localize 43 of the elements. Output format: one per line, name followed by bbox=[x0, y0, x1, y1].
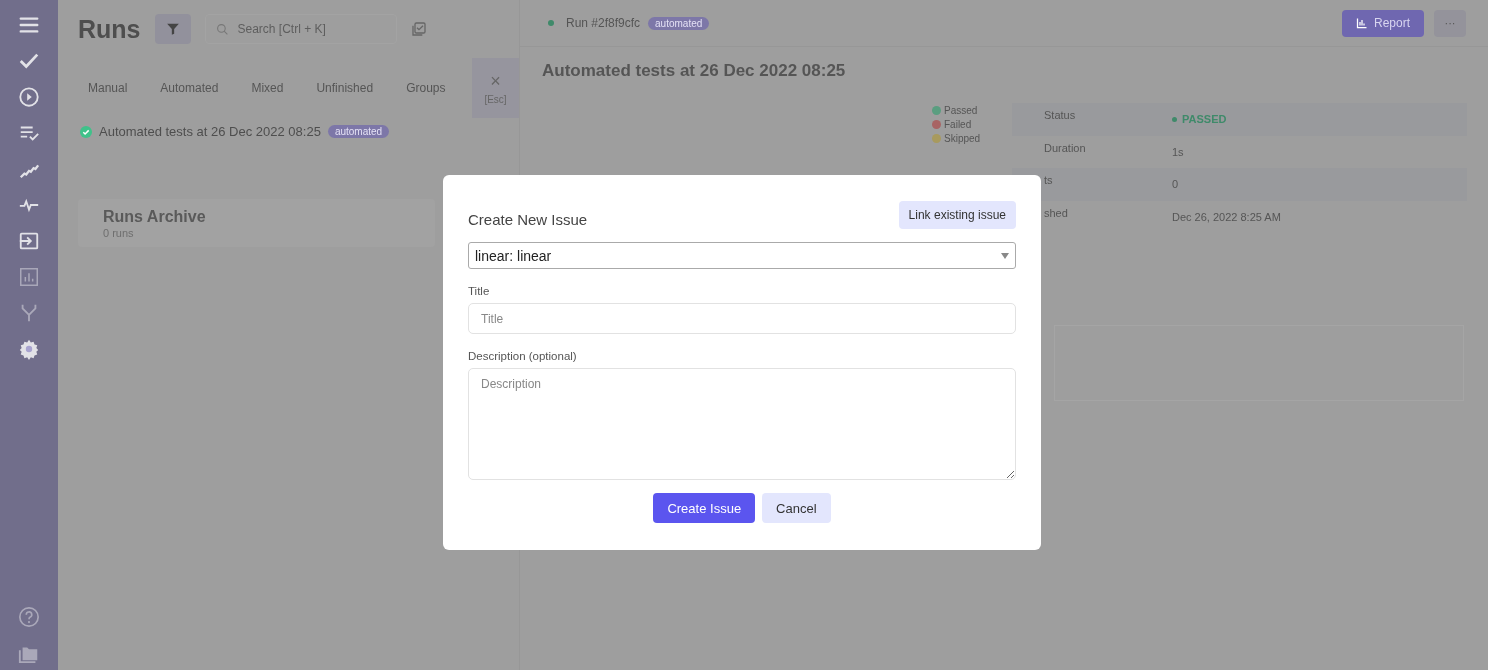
menu-icon[interactable] bbox=[18, 14, 40, 36]
stat-value: Dec 26, 2022 8:25 AM bbox=[1172, 210, 1281, 223]
checkbox-icon[interactable] bbox=[410, 21, 427, 37]
report-button[interactable]: Report bbox=[1341, 9, 1424, 37]
archive-title: Runs Archive bbox=[103, 208, 207, 226]
run-type-badge: automated bbox=[327, 125, 390, 138]
stat-value: 1s bbox=[1172, 145, 1184, 158]
status-dot-icon bbox=[548, 20, 554, 26]
close-button[interactable]: × [Esc] bbox=[472, 58, 519, 118]
run-title: Automated tests at 26 Dec 2022 08:25 bbox=[542, 61, 847, 81]
run-link[interactable]: Automated tests at 26 Dec 2022 08:25 bbox=[99, 124, 321, 139]
run-type-badge: automated bbox=[648, 16, 710, 30]
description-field[interactable]: Description bbox=[468, 368, 1016, 480]
legend-label: Failed bbox=[944, 119, 972, 130]
page-title: Runs bbox=[78, 14, 141, 44]
status-value: PASSED bbox=[1172, 113, 1227, 126]
caret-icon bbox=[1001, 252, 1009, 259]
create-issue-button[interactable]: Create Issue bbox=[653, 493, 756, 523]
filter-button[interactable] bbox=[154, 14, 191, 44]
stat-label: shed bbox=[1043, 206, 1069, 219]
field-label: Title bbox=[468, 285, 491, 297]
dialog-title: Create New Issue bbox=[468, 210, 588, 228]
stat-label: Status bbox=[1043, 109, 1077, 122]
chart-icon[interactable] bbox=[18, 266, 40, 288]
integration-select[interactable]: linear: linear bbox=[468, 242, 1016, 269]
search-field[interactable]: Search [Ctrl + K] bbox=[204, 14, 397, 44]
settings-icon[interactable] bbox=[18, 338, 40, 360]
more-button[interactable]: ··· bbox=[1434, 9, 1466, 37]
filter-icon bbox=[165, 22, 180, 36]
play-icon[interactable] bbox=[18, 86, 40, 108]
field-label: Description (optional) bbox=[468, 350, 578, 362]
cancel-button[interactable]: Cancel bbox=[762, 493, 831, 523]
stat-label: ts bbox=[1043, 174, 1054, 187]
run-id: Run #2f8f9cfc bbox=[566, 16, 641, 30]
legend-label: Passed bbox=[944, 105, 978, 116]
bar-chart-icon bbox=[1355, 17, 1368, 29]
import-icon[interactable] bbox=[18, 230, 40, 252]
help-icon[interactable] bbox=[18, 606, 40, 628]
stat-value: 0 bbox=[1172, 178, 1179, 191]
legend-label: Skipped bbox=[944, 133, 981, 144]
stat-label: Duration bbox=[1043, 141, 1087, 154]
link-existing-button[interactable]: Link existing issue bbox=[898, 201, 1016, 229]
title-field[interactable]: Title bbox=[468, 303, 1016, 334]
